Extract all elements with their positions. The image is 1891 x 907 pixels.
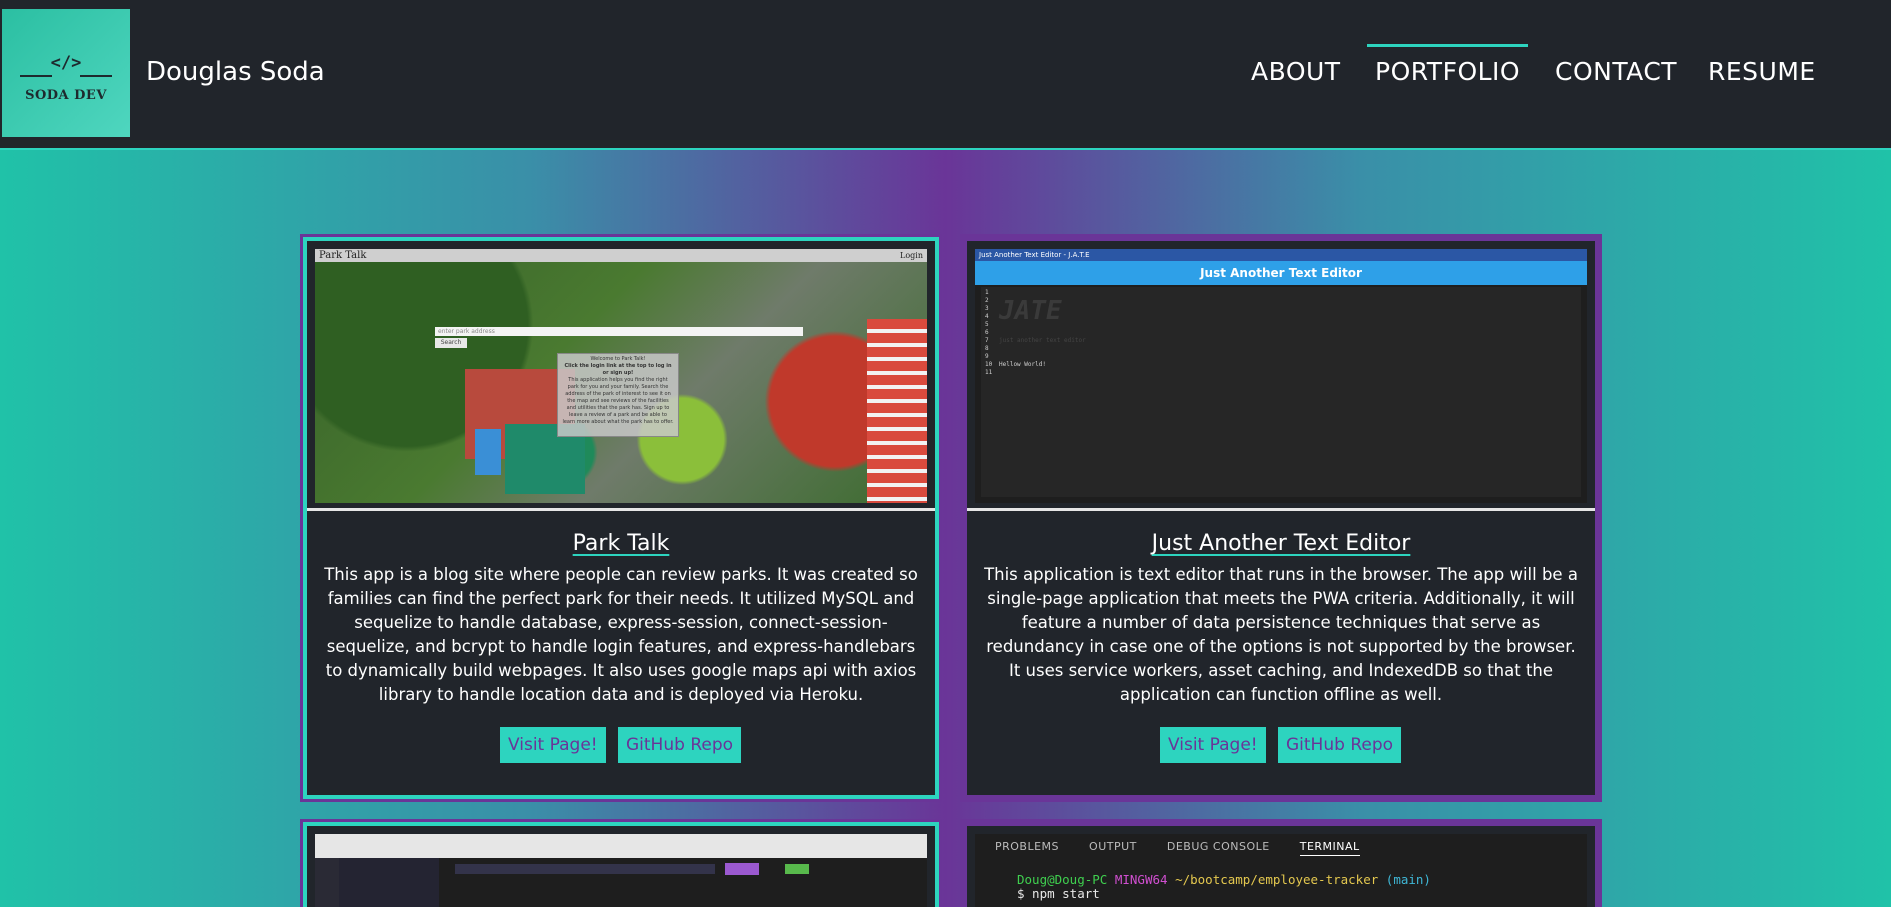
project-card-jate: Just Another Text Editor - J.A.T.E Just … bbox=[960, 234, 1602, 802]
terminal-tab-problems: PROBLEMS bbox=[995, 840, 1060, 853]
jate-subtitle: just another text editor bbox=[999, 337, 1086, 344]
jate-window-titlebar: Just Another Text Editor - J.A.T.E bbox=[975, 249, 1587, 261]
line-number: 7 bbox=[985, 337, 989, 344]
site-header: </> SODA DEV Douglas Soda ABOUT PORTFOLI… bbox=[0, 0, 1891, 150]
park-modal-subtitle: Click the login link at the top to log i… bbox=[564, 363, 672, 376]
api-client-status-badge bbox=[785, 864, 809, 874]
jate-code-line: Hellow World! bbox=[999, 361, 1046, 368]
terminal-tab-debug-console: DEBUG CONSOLE bbox=[1166, 840, 1270, 853]
park-talk-app-bar: Park Talk Login bbox=[315, 249, 927, 262]
jate-line-numbers: 1 2 3 4 5 6 7 8 9 10 11 bbox=[985, 289, 997, 377]
project-title-link[interactable]: Just Another Text Editor bbox=[967, 531, 1595, 556]
api-client-titlebar bbox=[315, 834, 927, 858]
project-description: This app is a blog site where people can… bbox=[324, 565, 918, 704]
jate-app-header: Just Another Text Editor bbox=[975, 261, 1587, 285]
terminal-screenshot: PROBLEMS OUTPUT DEBUG CONSOLE TERMINAL D… bbox=[975, 834, 1587, 907]
terminal-user: Doug@Doug-PC bbox=[1017, 872, 1108, 887]
logo-line-right bbox=[80, 75, 112, 77]
terminal-path: ~/bootcamp/employee-tracker bbox=[1175, 872, 1379, 887]
line-number: 5 bbox=[985, 321, 989, 328]
terminal-tab-terminal: TERMINAL bbox=[1299, 840, 1360, 856]
jate-ascii-art: JATE bbox=[999, 296, 1062, 326]
jate-code-editor: 1 2 3 4 5 6 7 8 9 10 11 JATE just anothe… bbox=[981, 287, 1581, 497]
park-talk-screenshot: Park Talk Login enter park address Searc… bbox=[315, 249, 927, 503]
nav-contact[interactable]: CONTACT bbox=[1555, 57, 1677, 86]
line-number: 3 bbox=[985, 305, 989, 312]
park-pool bbox=[475, 429, 501, 475]
github-repo-button[interactable]: GitHub Repo bbox=[1278, 727, 1402, 763]
park-modal-body: This application helps you find the righ… bbox=[562, 377, 674, 425]
project-title-link[interactable]: Park Talk bbox=[307, 531, 935, 556]
terminal-command: $ npm start bbox=[1017, 886, 1100, 901]
code-brackets-icon: </> bbox=[50, 53, 82, 73]
visit-page-button[interactable]: Visit Page! bbox=[1160, 727, 1266, 763]
api-client-sidebar bbox=[315, 858, 339, 907]
park-building bbox=[867, 319, 927, 503]
park-talk-login-link: Login bbox=[900, 251, 923, 260]
line-number: 10 bbox=[985, 361, 993, 368]
park-modal-title: Welcome to Park Talk! bbox=[590, 356, 646, 362]
project-card-3 bbox=[300, 819, 942, 907]
terminal-env: MINGW64 bbox=[1114, 872, 1168, 887]
api-client-send-button bbox=[725, 863, 759, 875]
park-search-field: enter park address bbox=[435, 327, 803, 336]
terminal-prompt-line: Doug@Doug-PC MINGW64 ~/bootcamp/employee… bbox=[1017, 872, 1431, 887]
park-talk-app-title: Park Talk bbox=[319, 250, 367, 261]
github-repo-button[interactable]: GitHub Repo bbox=[618, 727, 742, 763]
card-divider bbox=[307, 508, 935, 511]
nav-portfolio[interactable]: PORTFOLIO bbox=[1366, 44, 1529, 86]
terminal-tab-output: OUTPUT bbox=[1089, 840, 1137, 853]
line-number: 1 bbox=[985, 289, 989, 296]
card-divider bbox=[967, 508, 1595, 511]
park-welcome-modal: Welcome to Park Talk! Click the login li… bbox=[557, 353, 679, 437]
logo-text: SODA DEV bbox=[25, 88, 107, 103]
project-card-4: PROBLEMS OUTPUT DEBUG CONSOLE TERMINAL D… bbox=[960, 819, 1602, 907]
api-client-url-bar bbox=[455, 864, 715, 874]
line-number: 2 bbox=[985, 297, 989, 304]
line-number: 4 bbox=[985, 313, 989, 320]
project-description: This application is text editor that run… bbox=[984, 565, 1578, 704]
terminal-panel-tabs: PROBLEMS OUTPUT DEBUG CONSOLE TERMINAL bbox=[995, 840, 1386, 856]
park-search-button: Search bbox=[435, 338, 467, 348]
api-client-screenshot bbox=[315, 834, 927, 907]
nav-resume[interactable]: RESUME bbox=[1708, 57, 1816, 86]
logo-line-left bbox=[20, 75, 52, 77]
visit-page-button[interactable]: Visit Page! bbox=[500, 727, 606, 763]
soda-dev-logo[interactable]: </> SODA DEV bbox=[2, 9, 130, 137]
terminal-branch: (main) bbox=[1385, 872, 1431, 887]
nav-about[interactable]: ABOUT bbox=[1251, 57, 1341, 86]
line-number: 8 bbox=[985, 345, 989, 352]
line-number: 6 bbox=[985, 329, 989, 336]
project-card-park-talk: Park Talk Login enter park address Searc… bbox=[300, 234, 942, 802]
line-number: 9 bbox=[985, 353, 989, 360]
jate-screenshot: Just Another Text Editor - J.A.T.E Just … bbox=[975, 249, 1587, 503]
line-number: 11 bbox=[985, 369, 993, 376]
site-owner-name: Douglas Soda bbox=[146, 57, 325, 87]
api-client-request-list bbox=[339, 858, 439, 907]
